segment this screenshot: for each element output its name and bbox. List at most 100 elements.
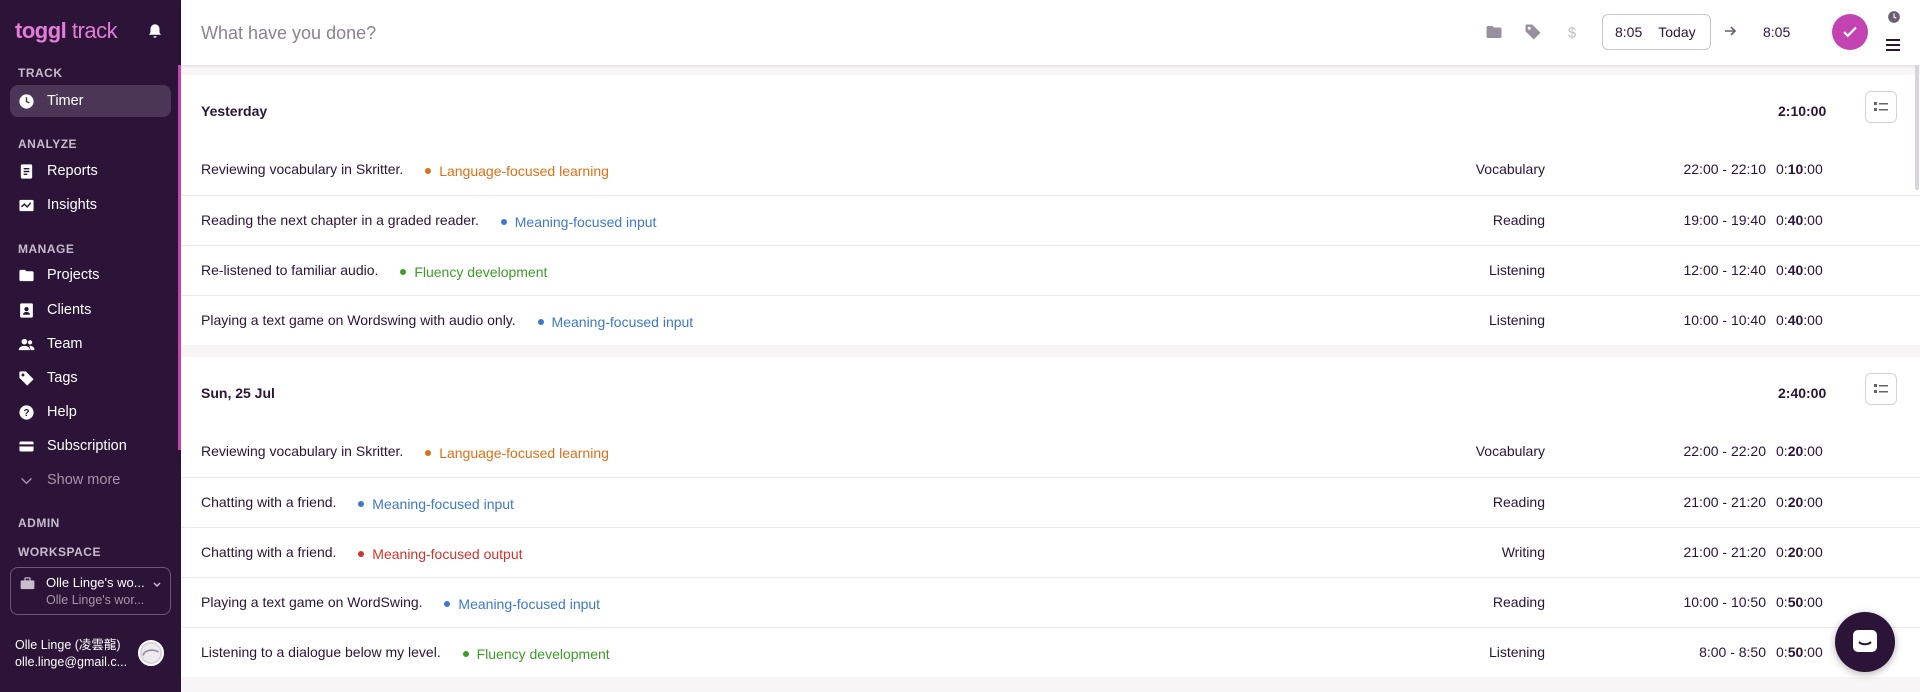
- entry-project[interactable]: Meaning-focused input: [444, 596, 600, 612]
- entry-tag[interactable]: Vocabulary: [1476, 443, 1545, 459]
- entry-duration[interactable]: 0:40:00: [1776, 262, 1823, 278]
- entry-tag[interactable]: Vocabulary: [1476, 161, 1545, 177]
- entry-duration[interactable]: 0:20:00: [1776, 443, 1823, 459]
- entry-description[interactable]: Chatting with a friend. Meaning-focused …: [201, 544, 523, 562]
- sidebar-item-label: Help: [47, 404, 77, 420]
- entry-time-range[interactable]: 12:00 - 12:40: [1666, 262, 1766, 278]
- end-time-field[interactable]: 8:05: [1763, 24, 1790, 40]
- sidebar-item-team[interactable]: Team: [10, 328, 171, 360]
- tag-icon[interactable]: [1524, 23, 1542, 41]
- entry-tag[interactable]: Reading: [1493, 594, 1545, 610]
- entry-project[interactable]: Meaning-focused output: [358, 546, 523, 562]
- duration-hours: 0:: [1776, 161, 1788, 177]
- avatar[interactable]: [138, 640, 164, 666]
- entry-time-range[interactable]: 10:00 - 10:50: [1666, 594, 1766, 610]
- entry-duration[interactable]: 0:20:00: [1776, 494, 1823, 510]
- workspace-name: Olle Linge's wo...: [46, 575, 145, 590]
- entry-time-range[interactable]: 8:00 - 8:50: [1666, 644, 1766, 660]
- dollar-icon[interactable]: $: [1563, 23, 1581, 41]
- entry-time-range[interactable]: 10:00 - 10:40: [1666, 312, 1766, 328]
- duration-seconds: :00: [1803, 161, 1823, 177]
- sidebar-item-timer[interactable]: Timer: [10, 85, 171, 117]
- time-entry-row[interactable]: Playing a text game on Wordswing with au…: [181, 295, 1920, 345]
- sidebar-item-help[interactable]: ? Help: [10, 396, 171, 428]
- user-info[interactable]: Olle Linge (凌雲龍) olle.linge@gmail.c...: [15, 637, 127, 671]
- entry-time-range[interactable]: 22:00 - 22:10: [1666, 161, 1766, 177]
- duration-minutes: 50: [1787, 644, 1804, 660]
- time-entry-row[interactable]: Playing a text game on WordSwing. Meanin…: [181, 577, 1920, 627]
- entry-project[interactable]: Fluency development: [400, 264, 547, 280]
- entry-project[interactable]: Language-focused learning: [425, 163, 609, 179]
- toggl-logo[interactable]: toggl track: [15, 18, 118, 44]
- arrow-right-icon: [1725, 26, 1737, 36]
- entry-description[interactable]: Listening to a dialogue below my level. …: [201, 644, 610, 662]
- entry-description[interactable]: Playing a text game on WordSwing. Meanin…: [201, 594, 600, 612]
- entry-time-range[interactable]: 19:00 - 19:40: [1666, 212, 1766, 228]
- entry-time-range[interactable]: 21:00 - 21:20: [1666, 544, 1766, 560]
- entry-group-sun-25-jul: Sun, 25 Jul 2:40:00 Reviewing vocabulary…: [181, 357, 1920, 677]
- entry-duration[interactable]: 0:10:00: [1776, 161, 1823, 177]
- entry-duration[interactable]: 0:50:00: [1776, 644, 1823, 660]
- entry-tag[interactable]: Listening: [1489, 312, 1545, 328]
- entry-project[interactable]: Fluency development: [462, 646, 610, 662]
- entry-duration[interactable]: 0:40:00: [1776, 212, 1823, 228]
- sidebar-item-reports[interactable]: Reports: [10, 155, 171, 187]
- entry-tag[interactable]: Writing: [1502, 544, 1545, 560]
- entry-description[interactable]: Reviewing vocabulary in Skritter. Langua…: [201, 161, 609, 179]
- entry-description[interactable]: Playing a text game on Wordswing with au…: [201, 312, 693, 330]
- entry-description[interactable]: Reading the next chapter in a graded rea…: [201, 212, 656, 230]
- time-entry-row[interactable]: Chatting with a friend. Meaning-focused …: [181, 527, 1920, 577]
- time-entry-row[interactable]: Reading the next chapter in a graded rea…: [181, 195, 1920, 245]
- sidebar-item-clients[interactable]: Clients: [10, 294, 171, 326]
- bell-icon[interactable]: [146, 22, 164, 40]
- sidebar-item-projects[interactable]: Projects: [10, 259, 171, 291]
- time-entry-row[interactable]: Listening to a dialogue below my level. …: [181, 627, 1920, 677]
- help-icon: ?: [18, 404, 35, 421]
- time-entry-row[interactable]: Chatting with a friend. Meaning-focused …: [181, 477, 1920, 527]
- entry-tag[interactable]: Listening: [1489, 644, 1545, 660]
- svg-text:?: ?: [23, 408, 29, 419]
- chat-support-button[interactable]: [1835, 612, 1895, 672]
- entry-description[interactable]: Re-listened to familiar audio. Fluency d…: [201, 262, 547, 280]
- entry-project[interactable]: Language-focused learning: [425, 445, 609, 461]
- time-entry-row[interactable]: Re-listened to familiar audio. Fluency d…: [181, 245, 1920, 295]
- time-entry-row[interactable]: Reviewing vocabulary in Skritter. Langua…: [181, 145, 1920, 195]
- entry-project[interactable]: Meaning-focused input: [358, 496, 514, 512]
- sidebar-item-label: Timer: [47, 93, 84, 109]
- start-time-field[interactable]: 8:05 Today: [1602, 14, 1711, 50]
- user-name: Olle Linge (凌雲龍): [15, 638, 121, 652]
- sidebar-show-more[interactable]: Show more: [10, 464, 171, 496]
- entry-duration[interactable]: 0:40:00: [1776, 312, 1823, 328]
- menu-icon[interactable]: [1885, 38, 1901, 52]
- entry-duration[interactable]: 0:20:00: [1776, 544, 1823, 560]
- entry-time-range[interactable]: 21:00 - 21:20: [1666, 494, 1766, 510]
- entry-description[interactable]: Reviewing vocabulary in Skritter. Langua…: [201, 443, 609, 461]
- entry-description[interactable]: Chatting with a friend. Meaning-focused …: [201, 494, 514, 512]
- folder-icon[interactable]: [1485, 23, 1503, 41]
- entry-time-range[interactable]: 22:00 - 22:20: [1666, 443, 1766, 459]
- entry-tag[interactable]: Reading: [1493, 494, 1545, 510]
- description-input[interactable]: [201, 20, 801, 46]
- entry-project[interactable]: Meaning-focused input: [500, 214, 656, 230]
- entry-duration[interactable]: 0:50:00: [1776, 594, 1823, 610]
- sidebar-item-tags[interactable]: Tags: [10, 362, 171, 394]
- sidebar-item-subscription[interactable]: Subscription: [10, 430, 171, 462]
- duration-minutes: 50: [1787, 594, 1804, 610]
- project-color-dot: [358, 501, 365, 507]
- sidebar-item-insights[interactable]: Insights: [10, 189, 171, 221]
- team-icon: [18, 336, 35, 353]
- scrollbar[interactable]: [1915, 65, 1919, 190]
- sidebar-item-label: Reports: [47, 163, 98, 179]
- clock-icon[interactable]: [1887, 10, 1901, 24]
- entry-tag[interactable]: Listening: [1489, 262, 1545, 278]
- entry-project[interactable]: Meaning-focused input: [537, 314, 693, 330]
- bulk-edit-button[interactable]: [1865, 373, 1897, 405]
- project-label: Meaning-focused output: [372, 546, 523, 562]
- entry-tag[interactable]: Reading: [1493, 212, 1545, 228]
- duration-minutes: 40: [1787, 212, 1804, 228]
- time-entry-row[interactable]: Reviewing vocabulary in Skritter. Langua…: [181, 427, 1920, 477]
- sidebar-item-label: Insights: [47, 197, 97, 213]
- add-entry-button[interactable]: [1832, 14, 1868, 50]
- workspace-selector[interactable]: Olle Linge's wo... Olle Linge's wor...: [10, 567, 171, 615]
- bulk-edit-button[interactable]: [1865, 91, 1897, 123]
